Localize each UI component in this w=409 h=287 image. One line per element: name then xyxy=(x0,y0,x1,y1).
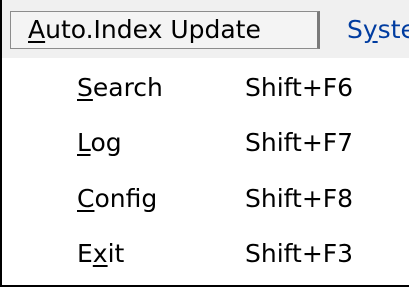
dropdown-menu: Search Shift+F6 Log Shift+F7 Config Shif… xyxy=(0,58,409,287)
menu-item-label: Exit xyxy=(77,239,125,268)
menu-item-exit[interactable]: Exit Shift+F3 xyxy=(2,229,409,279)
menu-item-config[interactable]: Config Shift+F8 xyxy=(2,174,409,224)
menu-item-search[interactable]: Search Shift+F6 xyxy=(2,63,409,113)
menubar-item-system[interactable]: Syste xyxy=(347,12,409,48)
menu-item-label: Search xyxy=(77,73,163,102)
menu-item-label: Config xyxy=(77,184,158,213)
menubar-item-label: Syste xyxy=(347,15,409,44)
menu-item-log[interactable]: Log Shift+F7 xyxy=(2,118,409,168)
menu-item-shortcut: Shift+F8 xyxy=(245,184,354,213)
menubar-item-label: Auto.Index Update xyxy=(28,15,261,44)
menu-item-shortcut: Shift+F6 xyxy=(245,73,354,102)
menubar-item-auto-index-update[interactable]: Auto.Index Update xyxy=(10,11,320,49)
menu-item-shortcut: Shift+F3 xyxy=(245,239,354,268)
menu-item-shortcut: Shift+F7 xyxy=(245,128,354,157)
menu-bar: Auto.Index Update Syste xyxy=(0,0,409,58)
menu-item-label: Log xyxy=(77,128,122,157)
